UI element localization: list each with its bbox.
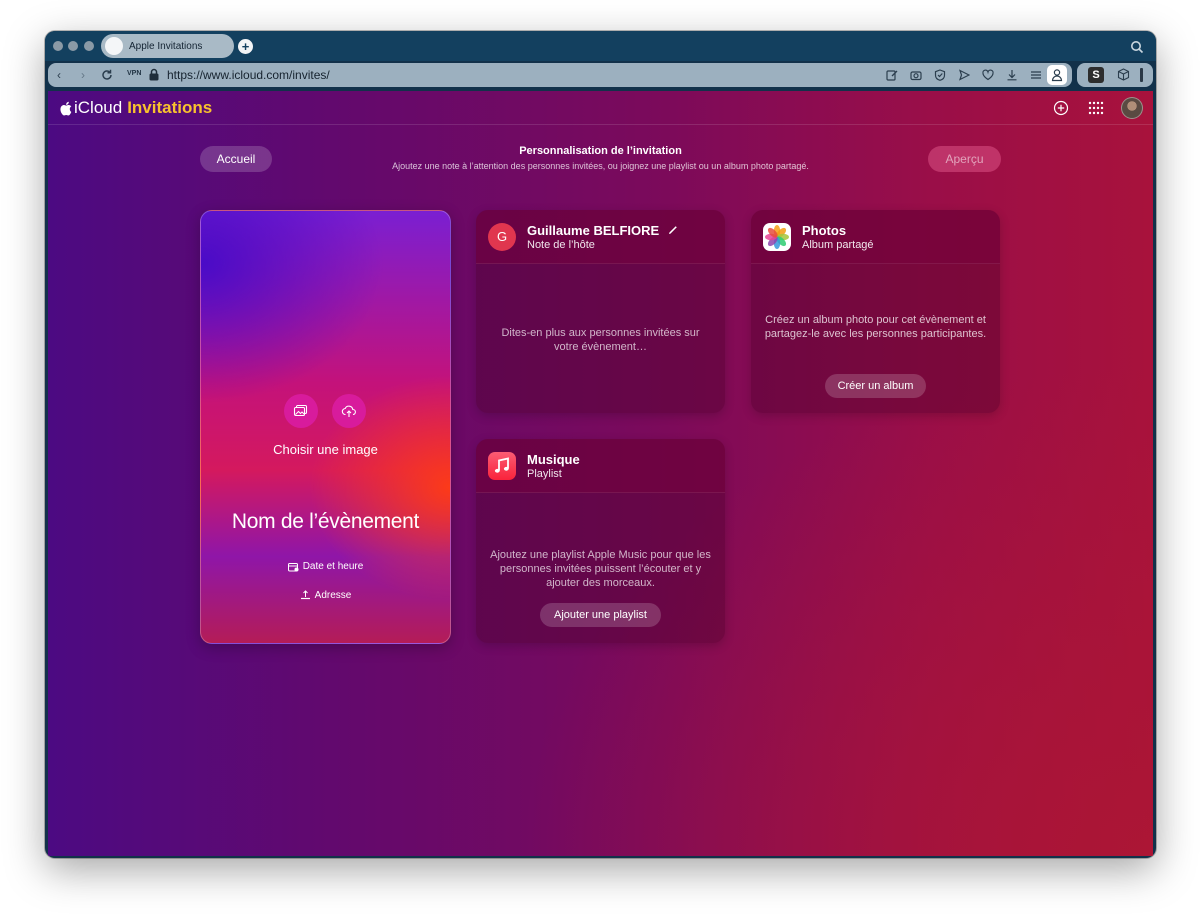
edit-page-icon[interactable] bbox=[886, 69, 898, 81]
reload-icon[interactable] bbox=[100, 68, 114, 82]
cube-extension-icon[interactable] bbox=[1117, 68, 1130, 81]
photo-library-button[interactable] bbox=[284, 394, 318, 428]
event-name-field[interactable]: Nom de l’évènement bbox=[201, 510, 450, 534]
app-header: iCloud Invitations bbox=[48, 91, 1153, 125]
add-playlist-button[interactable]: Ajouter une playlist bbox=[540, 603, 661, 627]
music-card: Musique Playlist Ajoutez une playlist Ap… bbox=[476, 439, 725, 643]
url-field[interactable]: https://www.icloud.com/invites/ bbox=[167, 68, 330, 82]
back-icon[interactable]: ‹ bbox=[52, 68, 66, 82]
photos-app-icon bbox=[763, 223, 791, 251]
location-icon bbox=[300, 590, 310, 600]
date-time-label: Date et heure bbox=[302, 561, 364, 572]
photos-description: Créez un album photo pour cet évènement … bbox=[764, 314, 987, 340]
vpn-badge[interactable]: VPN bbox=[127, 70, 141, 77]
shield-icon[interactable] bbox=[934, 69, 946, 81]
send-icon[interactable] bbox=[958, 69, 970, 81]
heart-icon[interactable] bbox=[982, 69, 994, 81]
apple-icon bbox=[60, 101, 72, 115]
host-note-card[interactable]: G Guillaume BELFIORE Note de l’hôte Dite… bbox=[476, 210, 725, 413]
music-subtitle: Playlist bbox=[527, 468, 562, 480]
date-time-field[interactable]: Date et heure bbox=[201, 561, 450, 572]
logo-text: iCloud bbox=[74, 98, 123, 117]
new-tab-button[interactable]: + bbox=[238, 39, 253, 54]
calendar-icon bbox=[287, 562, 299, 571]
sidebar-toggle-icon[interactable] bbox=[1140, 68, 1143, 82]
host-note-placeholder[interactable]: Dites-en plus aux personnes invitées sur… bbox=[476, 326, 725, 354]
host-note-header: G Guillaume BELFIORE Note de l’hôte bbox=[476, 210, 725, 264]
app-grid-icon[interactable] bbox=[1088, 100, 1104, 116]
s-extension-icon[interactable]: S bbox=[1088, 67, 1104, 83]
extensions-bar: S bbox=[1077, 63, 1153, 87]
add-circle-icon[interactable] bbox=[1053, 100, 1069, 116]
logo-accent-text: Invitations bbox=[127, 98, 213, 117]
music-header: Musique Playlist bbox=[476, 439, 725, 493]
music-description: Ajoutez une playlist Apple Music pour qu… bbox=[490, 549, 711, 589]
host-note-subtitle: Note de l’hôte bbox=[527, 239, 595, 251]
music-title: Musique bbox=[527, 452, 580, 467]
cloud-upload-icon bbox=[341, 405, 356, 417]
create-album-button[interactable]: Créer un album bbox=[825, 374, 926, 398]
close-window-button[interactable] bbox=[53, 41, 63, 51]
tab-title: Apple Invitations bbox=[129, 40, 203, 52]
search-tabs-icon[interactable] bbox=[1130, 40, 1144, 54]
photos-icon bbox=[293, 404, 308, 417]
menu-icon[interactable] bbox=[1030, 69, 1042, 81]
event-card: Choisir une image Nom de l’évènement Dat… bbox=[200, 210, 451, 644]
photos-header: Photos Album partagé bbox=[751, 210, 1000, 264]
download-icon[interactable] bbox=[1006, 69, 1018, 81]
photos-subtitle: Album partagé bbox=[802, 239, 874, 251]
page: iCloud Invitations Accueil Personnalisat… bbox=[48, 91, 1153, 856]
pencil-icon[interactable] bbox=[668, 225, 678, 235]
zoom-window-button[interactable] bbox=[84, 41, 94, 51]
music-app-icon bbox=[488, 452, 516, 480]
favicon-icon bbox=[105, 37, 123, 55]
camera-icon[interactable] bbox=[910, 69, 922, 81]
photos-card: Photos Album partagé Créez un album phot… bbox=[751, 210, 1000, 413]
user-avatar[interactable] bbox=[1121, 97, 1143, 119]
profile-icon[interactable] bbox=[1047, 65, 1067, 85]
address-bar: ‹ › VPN https://www.icloud.com/invites/ bbox=[48, 63, 1072, 87]
app-logo[interactable]: iCloud Invitations bbox=[60, 98, 212, 118]
address-field[interactable]: Adresse bbox=[201, 590, 450, 601]
address-label: Adresse bbox=[314, 590, 352, 601]
minimize-window-button[interactable] bbox=[68, 41, 78, 51]
tab-apple-invitations[interactable]: Apple Invitations bbox=[101, 34, 234, 58]
photos-title: Photos bbox=[802, 223, 847, 238]
lock-icon bbox=[149, 68, 159, 81]
choose-image-label[interactable]: Choisir une image bbox=[201, 442, 450, 457]
preview-button[interactable]: Aperçu bbox=[928, 146, 1001, 172]
tab-bar: Apple Invitations + bbox=[45, 31, 1156, 61]
forward-icon[interactable]: › bbox=[76, 68, 90, 82]
host-avatar: G bbox=[488, 223, 516, 251]
host-name: Guillaume BELFIORE bbox=[527, 223, 660, 238]
browser-window: Apple Invitations + ‹ › VPN https://www.… bbox=[45, 31, 1156, 858]
upload-image-button[interactable] bbox=[332, 394, 366, 428]
